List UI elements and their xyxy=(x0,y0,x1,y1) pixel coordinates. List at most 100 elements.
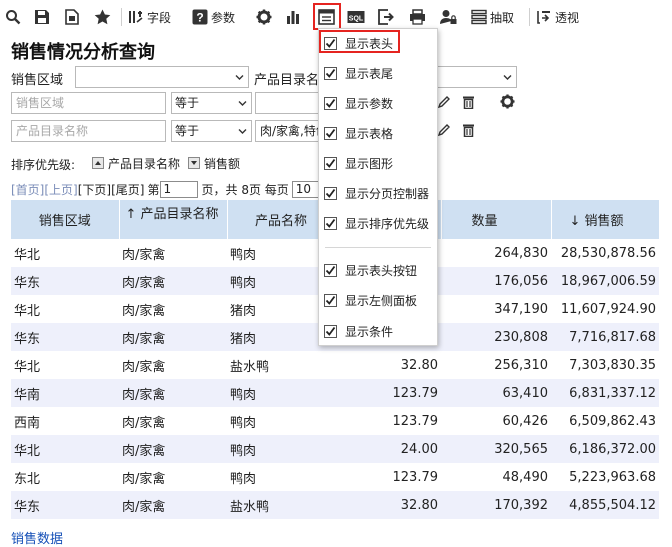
field-button[interactable]: 字段 xyxy=(128,6,171,28)
cell-product: 盐水鸭 xyxy=(227,351,335,379)
menu-item-label: 显示左侧面板 xyxy=(345,293,418,308)
column-header-amount[interactable]: ↓ 销售额 xyxy=(551,200,660,239)
pager-next-link[interactable]: [下页] xyxy=(78,181,111,198)
cell-amount: 5,223,963.68 xyxy=(551,463,659,491)
sort-chip-category[interactable]: 产品目录名称 xyxy=(92,154,180,172)
user-permission-button[interactable] xyxy=(440,6,457,28)
menu-item-show-left-panel[interactable]: 显示左侧面板 xyxy=(324,289,417,311)
menu-item-label: 显示参数 xyxy=(345,96,394,111)
edit-icon[interactable] xyxy=(437,95,451,109)
menu-item-show-conditions[interactable]: 显示条件 xyxy=(324,320,393,342)
chevron-down-icon xyxy=(235,75,244,80)
save-as-button[interactable] xyxy=(64,6,80,28)
cell-price: 32.80 xyxy=(335,491,441,519)
export-icon xyxy=(378,9,394,25)
column-header-category[interactable]: ↑ 产品目录名称 xyxy=(119,200,228,239)
sales-data-link[interactable]: 销售数据 xyxy=(11,528,63,547)
cell-quantity: 176,056 xyxy=(441,267,551,295)
column-header-region[interactable]: 销售区域 xyxy=(11,200,120,239)
trash-icon[interactable] xyxy=(462,123,475,137)
cell-region: 华东 xyxy=(11,323,119,351)
sort-ascending-icon: ↑ xyxy=(125,207,137,222)
printer-icon xyxy=(410,9,425,25)
param-button[interactable]: ? 参数 xyxy=(192,6,235,28)
sort-chip-amount[interactable]: 销售额 xyxy=(188,154,240,172)
document-icon xyxy=(65,9,79,25)
print-button[interactable] xyxy=(409,6,426,28)
condition-operator-select[interactable]: 等于 xyxy=(171,92,252,114)
pager-first-link[interactable]: [首页] xyxy=(11,181,44,198)
menu-item-label: 显示表格 xyxy=(345,126,394,141)
user-lock-icon xyxy=(440,10,457,24)
extract-label: 抽取 xyxy=(490,10,515,25)
export-button[interactable] xyxy=(378,6,395,28)
menu-item-show-sort-priority[interactable]: 显示排序优先级 xyxy=(324,212,429,234)
checkbox-checked-icon xyxy=(324,156,337,170)
sql-button[interactable]: SQL xyxy=(347,6,365,28)
pager-page-input[interactable]: 1 xyxy=(159,180,198,198)
extract-button[interactable]: 抽取 xyxy=(471,6,514,28)
condition-operator-value: 等于 xyxy=(175,124,200,138)
cell-category: 肉/家禽 xyxy=(119,491,227,519)
condition-value-input[interactable] xyxy=(255,92,319,114)
save-button[interactable] xyxy=(34,6,50,28)
favorite-button[interactable] xyxy=(94,6,111,28)
pivot-label: 透视 xyxy=(555,10,580,25)
menu-item-show-header-buttons[interactable]: 显示表头按钮 xyxy=(324,259,417,281)
table-row: 华北 肉/家禽 鸭肉 24.00 320,565 6,186,372.00 xyxy=(11,435,659,463)
cell-product: 鸭肉 xyxy=(227,407,335,435)
sort-ascending-icon xyxy=(92,157,104,169)
menu-item-show-table[interactable]: 显示表格 xyxy=(324,122,393,144)
settings-button[interactable] xyxy=(256,6,272,28)
cell-amount: 18,967,006.59 xyxy=(551,267,659,295)
menu-item-label: 显示图形 xyxy=(345,156,394,171)
menu-item-highlight xyxy=(319,30,400,53)
trash-icon[interactable] xyxy=(462,95,475,109)
cell-category: 肉/家禽 xyxy=(119,435,227,463)
cell-amount: 4,855,504.12 xyxy=(551,491,659,519)
cell-quantity: 320,565 xyxy=(441,435,551,463)
region-select[interactable] xyxy=(75,66,249,88)
cell-amount: 7,716,817.68 xyxy=(551,323,659,351)
pivot-icon xyxy=(537,11,550,24)
menu-item-show-params[interactable]: 显示参数 xyxy=(324,92,393,114)
chevron-down-icon xyxy=(238,129,247,134)
category-select[interactable] xyxy=(437,66,517,88)
table-row: 华南 肉/家禽 鸭肉 123.79 63,410 6,831,337.12 xyxy=(11,379,659,407)
cell-quantity: 63,410 xyxy=(441,379,551,407)
condition-value-input[interactable]: 肉/家禽,特创 xyxy=(255,120,319,142)
column-header-quantity[interactable]: 数量 xyxy=(441,200,552,239)
toolbar-separator xyxy=(529,8,530,26)
pager-page-prefix: 第 xyxy=(147,182,160,197)
layout-button-highlight xyxy=(313,3,341,30)
menu-item-show-footer[interactable]: 显示表尾 xyxy=(324,62,393,84)
cell-product: 鸭肉 xyxy=(227,463,335,491)
condition-operator-select[interactable]: 等于 xyxy=(171,120,252,142)
condition-field-input[interactable]: 销售区域 xyxy=(11,92,166,114)
search-button[interactable] xyxy=(5,6,21,28)
display-options-menu: 显示表头 显示表尾 显示参数 显示表格 显示图形 显示分页控制器 显示排序优先级… xyxy=(318,28,438,346)
menu-item-show-chart[interactable]: 显示图形 xyxy=(324,152,393,174)
condition-operator-value: 等于 xyxy=(175,96,200,110)
pivot-button[interactable]: 透视 xyxy=(536,6,579,28)
pager-total-text: 页，共 8页 每页 xyxy=(201,182,289,197)
cell-category: 肉/家禽 xyxy=(119,239,227,267)
condition-field-input[interactable]: 产品目录名称 xyxy=(11,120,166,142)
menu-item-show-pager[interactable]: 显示分页控制器 xyxy=(324,182,429,204)
pager-prev-link[interactable]: [上页] xyxy=(44,181,77,198)
edit-icon[interactable] xyxy=(437,123,451,137)
chart-button[interactable] xyxy=(285,6,301,28)
menu-item-label: 显示表头按钮 xyxy=(345,263,418,278)
table-row: 华北 肉/家禽 盐水鸭 32.80 256,310 7,303,830.35 xyxy=(11,351,659,379)
chevron-down-icon xyxy=(503,75,512,80)
checkbox-checked-icon xyxy=(324,126,337,140)
cell-amount: 11,607,924.90 xyxy=(551,295,659,323)
cell-product: 鸭肉 xyxy=(227,435,335,463)
gear-icon[interactable] xyxy=(500,94,515,109)
cell-region: 华北 xyxy=(11,295,119,323)
pager-last-link[interactable]: [尾页] xyxy=(111,181,144,198)
sort-descending-icon xyxy=(188,157,200,169)
cell-category: 肉/家禽 xyxy=(119,407,227,435)
cell-region: 华东 xyxy=(11,267,119,295)
column-header-label: 产品目录名称 xyxy=(140,207,219,222)
